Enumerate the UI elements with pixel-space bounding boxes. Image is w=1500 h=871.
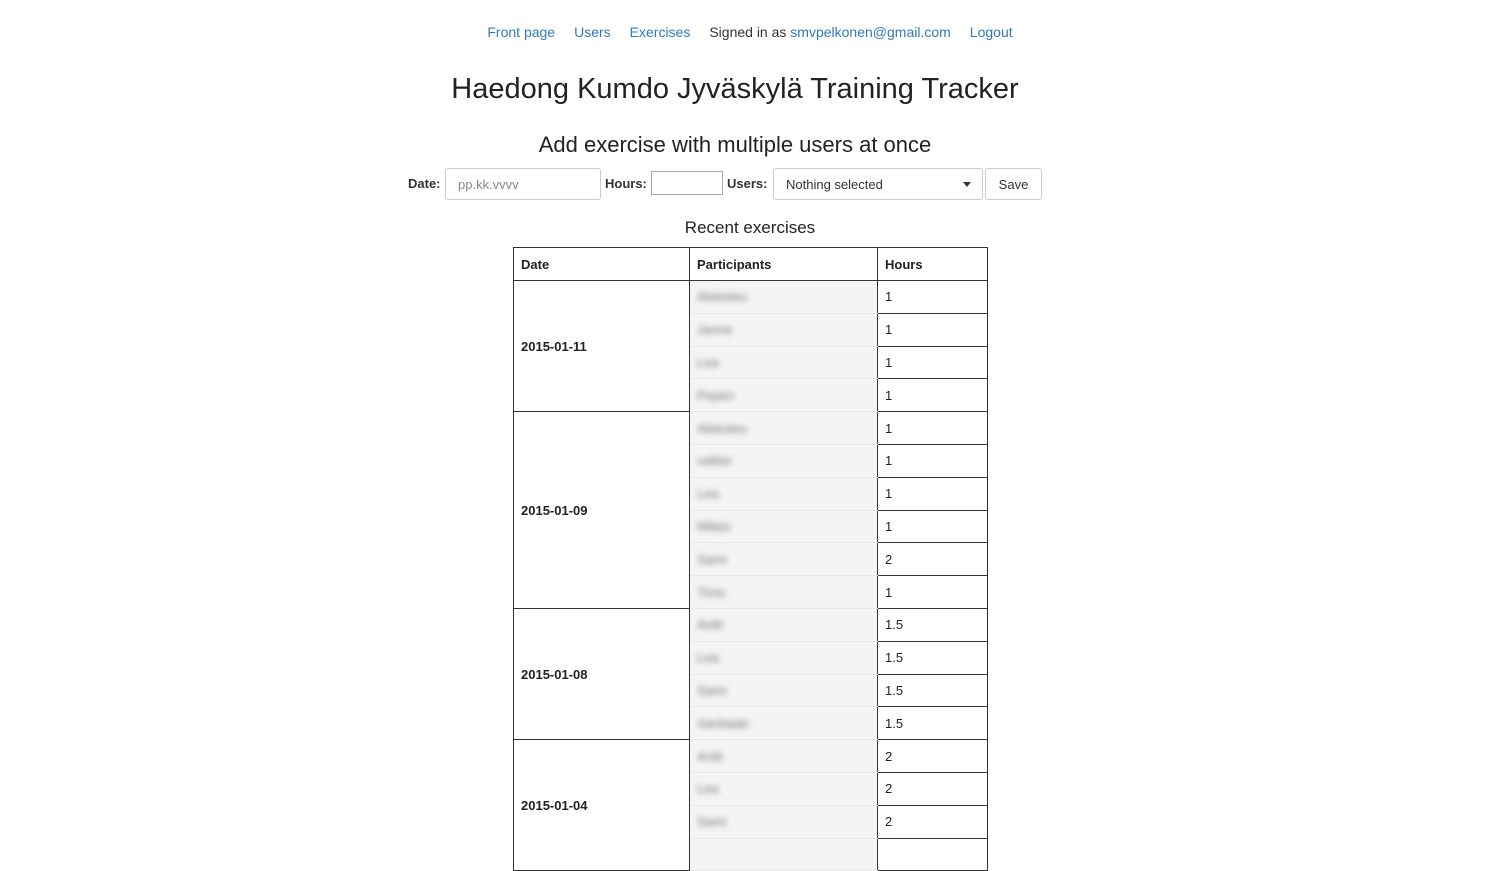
participant-name: Lea: [697, 354, 719, 370]
table-row: 2015-01-09 Aleksteu 1: [513, 411, 988, 609]
signed-in-label: Signed in as: [709, 24, 787, 40]
participant-cell: Aleksteu: [689, 411, 878, 445]
participant-cell: Mikko: [689, 509, 878, 544]
participant-cell: Antti: [689, 739, 878, 773]
exercise-date-cell: 2015-01-11: [513, 279, 690, 413]
recent-exercises-table: Date Participants Hours 2015-01-11 Alekst…: [513, 247, 988, 871]
participant-name: Lea: [697, 781, 719, 797]
participant-name: Lea: [697, 486, 719, 502]
participant-cell: Sami: [689, 542, 878, 577]
participant-name: Aleksteu: [697, 289, 747, 305]
hours-cell: 1.5: [877, 673, 988, 708]
hours-cell: 1: [877, 509, 988, 544]
hours-cell: 1.5: [877, 640, 988, 675]
hours-cell: 1.5: [877, 607, 988, 642]
table-row: 2015-01-08 Antti 1.5: [513, 607, 988, 741]
hours-cell: 1: [877, 575, 988, 609]
nav-front-page-link[interactable]: Front page: [487, 22, 555, 42]
date-input[interactable]: [445, 168, 601, 200]
save-button[interactable]: Save: [985, 168, 1042, 200]
table-header-row: Date Participants Hours: [513, 247, 988, 281]
table-row: 2015-01-04 Antti 2: [513, 739, 988, 871]
participant-cell: Lea: [689, 345, 878, 380]
top-navigation: Front page Users Exercises Signed in as smv…: [0, 22, 1500, 42]
participant-name: Mikko: [697, 518, 731, 534]
page-title: Haedong Kumdo Jyväskylä Training Tracker: [451, 73, 1019, 105]
hours-cell: 1: [877, 378, 988, 413]
hours-cell: 1: [877, 345, 988, 380]
users-select-value: Nothing selected: [786, 177, 883, 192]
user-email-link[interactable]: smvpelkonen@gmail.com: [790, 24, 951, 40]
chevron-down-icon: [963, 182, 971, 187]
table-row: 2015-01-11 Aleksteu 1: [513, 279, 988, 413]
participant-name: Timo: [697, 584, 726, 600]
participant-cell: [689, 837, 878, 871]
participant-name: Lea: [697, 650, 719, 666]
participant-name: valtter: [697, 453, 733, 469]
column-header-date: Date: [513, 247, 690, 281]
date-label: Date:: [408, 176, 441, 191]
column-header-participants: Participants: [689, 247, 878, 281]
recent-exercises-heading: Recent exercises: [684, 218, 816, 237]
recent-exercises-body: 2015-01-11 Aleksteu 1 Janne 1 Lea 1 Pepen 1 2015-…: [513, 279, 988, 871]
hours-cell: 1: [877, 411, 988, 445]
participant-cell: Sami: [689, 673, 878, 708]
hours-cell: 2: [877, 542, 988, 577]
hours-cell: 1.5: [877, 706, 988, 741]
hours-cell: 1: [877, 312, 988, 347]
nav-logout-link[interactable]: Logout: [970, 22, 1013, 42]
participant-cell: Janne: [689, 312, 878, 347]
participant-cell: Sami: [689, 804, 878, 839]
participant-name: Vanilaaki: [697, 715, 749, 731]
exercise-date-cell: 2015-01-09: [513, 411, 690, 609]
hours-label: Hours:: [605, 176, 647, 191]
participant-name: Sami: [697, 551, 727, 567]
hours-cell: 1: [877, 280, 988, 314]
participant-name: Sami: [697, 682, 727, 698]
users-label: Users:: [727, 176, 768, 191]
participant-cell: Aleksteu: [689, 280, 878, 314]
hours-cell: 1: [877, 476, 988, 511]
participant-cell: valtter: [689, 443, 878, 478]
add-exercise-heading: Add exercise with multiple users at once: [538, 132, 932, 157]
participant-name: Sami: [697, 814, 727, 830]
participant-name: Janne: [697, 322, 733, 338]
participant-name: Pepen: [697, 387, 735, 403]
hours-cell: 2: [877, 739, 988, 773]
hours-cell: 2: [877, 804, 988, 839]
hours-cell: 2: [877, 771, 988, 806]
participant-cell: Lea: [689, 640, 878, 675]
participant-cell: Timo: [689, 575, 878, 609]
exercise-date-cell: 2015-01-08: [513, 607, 690, 741]
participant-name: Antti: [697, 617, 724, 633]
column-header-hours: Hours: [877, 247, 988, 281]
hours-cell: 1: [877, 443, 988, 478]
users-multiselect[interactable]: Nothing selected: [773, 168, 983, 200]
participant-cell: Pepen: [689, 378, 878, 413]
nav-exercises-link[interactable]: Exercises: [630, 22, 691, 42]
hours-cell: [877, 837, 988, 871]
signed-in-status: Signed in as smvpelkonen@gmail.com: [709, 22, 950, 42]
participant-cell: Lea: [689, 771, 878, 806]
hours-input[interactable]: [651, 171, 723, 195]
participant-cell: Lea: [689, 476, 878, 511]
exercise-date-cell: 2015-01-04: [513, 739, 690, 871]
nav-users-link[interactable]: Users: [574, 22, 611, 42]
participant-cell: Vanilaaki: [689, 706, 878, 741]
participant-name: Aleksteu: [697, 420, 747, 436]
participant-cell: Antti: [689, 607, 878, 642]
participant-name: Antti: [697, 748, 724, 764]
